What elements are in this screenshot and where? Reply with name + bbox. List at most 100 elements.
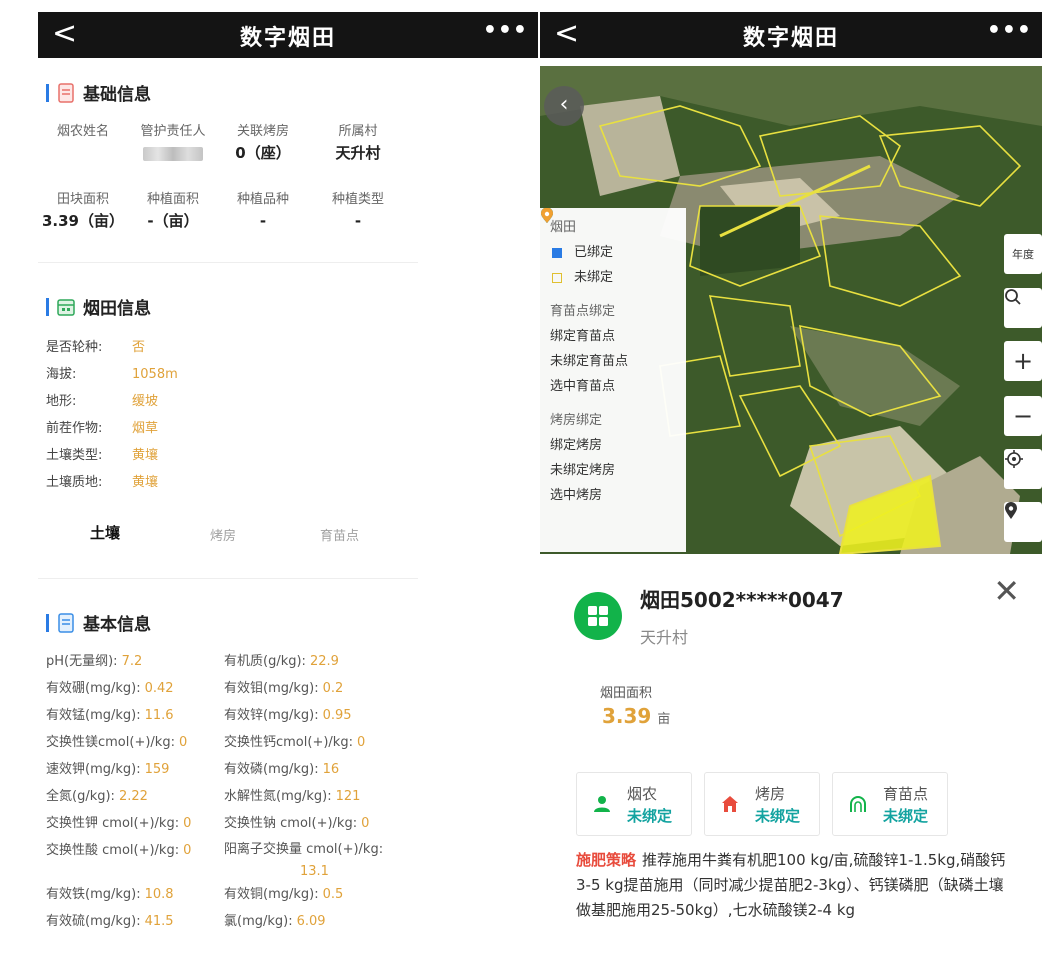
soil-cell: 有效钼(mg/kg): 0.2 xyxy=(224,675,343,702)
legend-unbound: 未绑定 xyxy=(550,265,676,290)
locate-button[interactable] xyxy=(1004,449,1042,489)
soil-row: 有效硫(mg/kg): 41.5 氯(mg/kg): 6.09 xyxy=(46,908,526,935)
soil-value: 10.8 xyxy=(144,887,174,902)
crosshair-icon xyxy=(1005,450,1023,468)
legend-group-barn: 烤房绑定 xyxy=(550,413,603,428)
divider xyxy=(38,262,418,263)
section-title: 烟田信息 xyxy=(83,299,151,319)
area-unit: 亩 xyxy=(657,712,671,727)
tab-barn[interactable]: 烤房 xyxy=(210,525,236,544)
soil-cell: 交换性钠 cmol(+)/kg: 0 xyxy=(224,810,369,837)
value: 否 xyxy=(132,340,146,355)
value: 0（座） xyxy=(235,144,291,162)
soil-row: 速效钾(mg/kg): 159 有效磷(mg/kg): 16 xyxy=(46,756,526,783)
label: 种植类型 xyxy=(331,192,384,207)
section-marker xyxy=(46,297,49,316)
satellite-map[interactable]: ‹ 烟田 已绑定 未绑定 育苗点绑定 绑定育苗点 未绑定育苗点 选中育苗点 烤房… xyxy=(540,66,1042,554)
value xyxy=(128,142,218,164)
soil-value: 0 xyxy=(183,816,192,831)
strategy-text: 推荐施用牛粪有机肥100 kg/亩,硫酸锌1-1.5kg,硝酸钙3-5 kg提苗… xyxy=(576,851,1006,919)
key: 前茬作物: xyxy=(46,421,103,436)
legend-seed-unbound: 未绑定育苗点 xyxy=(541,208,676,374)
soil-label: 有机质(g/kg): xyxy=(224,654,306,669)
zoom-in-button[interactable]: + xyxy=(1004,341,1042,381)
soil-value: 0.42 xyxy=(144,681,174,696)
year-button[interactable]: 年度 xyxy=(1004,234,1042,274)
marker-button[interactable] xyxy=(1004,502,1042,542)
key: 地形: xyxy=(46,394,77,409)
plot-area: 田块面积 3.39（亩） xyxy=(38,190,128,232)
soil-cell: 交换性钾 cmol(+)/kg: 0 xyxy=(46,810,191,837)
value: - xyxy=(354,212,362,230)
soil-label: 交换性钾 cmol(+)/kg: xyxy=(46,816,180,831)
bind-seedling-button[interactable]: 育苗点 未绑定 xyxy=(832,772,948,836)
caretaker: 管护责任人 xyxy=(128,122,218,164)
farmer-name: 烟农姓名 xyxy=(38,122,128,164)
person-icon xyxy=(594,796,610,812)
legend-group-field: 烟田 xyxy=(550,220,577,235)
soil-value: 0.5 xyxy=(322,887,344,902)
close-icon[interactable]: ✕ xyxy=(993,572,1020,610)
bind-barn-button[interactable]: 烤房 未绑定 xyxy=(704,772,820,836)
soil-label: 阳离子交换量 cmol(+)/kg: xyxy=(224,842,384,857)
soil-cell: 交换性镁cmol(+)/kg: 0 xyxy=(46,729,187,756)
legend-label: 已绑定 xyxy=(574,245,614,260)
value: 烟草 xyxy=(132,421,159,436)
field-area-value: 3.39 亩 xyxy=(602,704,670,728)
soil-value: 16 xyxy=(322,762,340,777)
label: 所属村 xyxy=(338,124,378,139)
bind-status: 未绑定 xyxy=(755,807,801,825)
legend-group-seedling: 育苗点绑定 xyxy=(550,304,616,319)
kv-previous-crop: 前茬作物: 烟草 xyxy=(46,415,158,442)
key: 土壤质地: xyxy=(46,475,103,490)
label: 种植品种 xyxy=(236,192,289,207)
soil-value: 22.9 xyxy=(309,654,339,669)
soil-label: 氯(mg/kg): xyxy=(224,914,293,929)
soil-value: 0.95 xyxy=(322,708,352,723)
divider xyxy=(38,578,418,579)
soil-value: 121 xyxy=(335,789,361,804)
legend-seed-selected: 选中育苗点 xyxy=(541,208,676,399)
soil-label: 有效硼(mg/kg): xyxy=(46,681,141,696)
value: 黄壤 xyxy=(132,475,159,490)
calendar-icon xyxy=(57,298,75,316)
zoom-out-button[interactable]: − xyxy=(1004,396,1042,436)
soil-value: 13.1 xyxy=(300,864,329,879)
map-back-button[interactable]: ‹ xyxy=(544,86,584,126)
soil-label: pH(无量纲): xyxy=(46,654,118,669)
fertilization-strategy: 施肥策略 推荐施用牛粪有机肥100 kg/亩,硫酸锌1-1.5kg,硝酸钙3-5 … xyxy=(576,848,1016,923)
location-pin-icon xyxy=(1005,502,1017,519)
soil-row: 交换性酸 cmol(+)/kg: 0 阳离子交换量 cmol(+)/kg: 13.1 xyxy=(46,837,526,881)
soil-label: 有效锰(mg/kg): xyxy=(46,708,141,723)
soil-cell: 有效锌(mg/kg): 0.95 xyxy=(224,702,352,729)
tab-soil[interactable]: 土壤 xyxy=(90,522,120,543)
soil-cell: 有效硫(mg/kg): 41.5 xyxy=(46,908,174,935)
legend-house-bound: 绑定烤房 xyxy=(541,208,676,458)
soil-cell: 交换性酸 cmol(+)/kg: 0 xyxy=(46,837,191,864)
basic-info-row1: 烟农姓名 管护责任人 关联烤房 0（座） 所属村 天升村 xyxy=(38,122,538,164)
more-menu-button[interactable]: ••• xyxy=(483,18,528,43)
legend-label: 绑定育苗点 xyxy=(550,329,616,344)
greenhouse-icon xyxy=(850,796,866,812)
soil-value: 0 xyxy=(183,843,192,858)
section-marker xyxy=(46,83,49,102)
basic-info-row2: 田块面积 3.39（亩） 种植面积 -（亩） 种植品种 - 种植类型 - xyxy=(38,190,538,232)
document-icon xyxy=(58,82,74,103)
search-icon xyxy=(1005,289,1021,305)
search-button[interactable] xyxy=(1004,288,1042,328)
page-title: 数字烟田 xyxy=(239,26,336,51)
soil-cell: 全氮(g/kg): 2.22 xyxy=(46,783,148,810)
document-icon xyxy=(58,612,74,633)
map-panel: < 数字烟田 ••• ‹ 烟田 已绑定 未绑定 育苗点绑定 绑定育苗点 未绑定育… xyxy=(540,12,1042,954)
soil-row: 有效锰(mg/kg): 11.6 有效锌(mg/kg): 0.95 xyxy=(46,702,526,729)
key: 海拔: xyxy=(46,367,77,382)
house-icon xyxy=(722,796,738,812)
soil-cell: 阳离子交换量 cmol(+)/kg: 13.1 xyxy=(224,839,474,883)
label: 田块面积 xyxy=(56,192,109,207)
bind-farmer-button[interactable]: 烟农 未绑定 xyxy=(576,772,692,836)
label: 关联烤房 xyxy=(236,124,289,139)
basic-info-header: 基础信息 xyxy=(46,80,151,105)
tab-seedling[interactable]: 育苗点 xyxy=(320,525,359,544)
more-menu-button[interactable]: ••• xyxy=(987,18,1032,43)
value: 缓坡 xyxy=(132,394,159,409)
